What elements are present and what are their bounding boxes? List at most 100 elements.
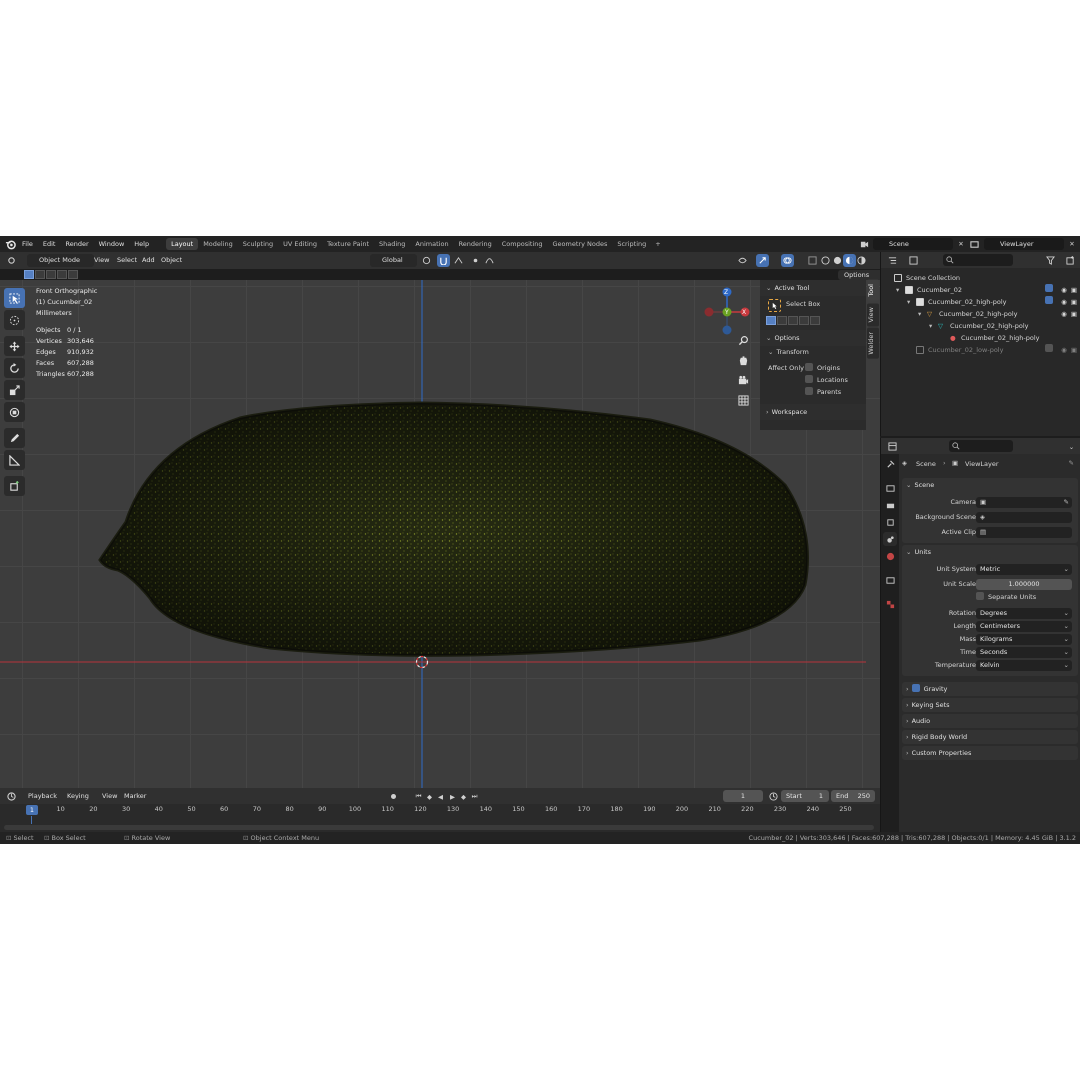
tab-uv-editing[interactable]: UV Editing	[278, 238, 322, 250]
timeline-editor-type-icon[interactable]	[5, 790, 18, 803]
visibility-icon[interactable]	[736, 254, 749, 267]
tab-welder[interactable]: Welder	[867, 328, 879, 359]
falloff-icon[interactable]	[483, 254, 496, 267]
separate-units-row[interactable]: Separate Units	[902, 591, 1078, 604]
mode-extend-icon[interactable]	[777, 316, 787, 325]
end-frame-field[interactable]: End 250	[831, 790, 875, 802]
outliner-row[interactable]: Cucumber_02_low-poly ◉ ▣	[881, 344, 1080, 356]
menu-add[interactable]: Add	[142, 254, 155, 267]
tab-modeling[interactable]: Modeling	[198, 238, 238, 250]
temperature-dropdown[interactable]: Kelvin ⌄	[976, 660, 1072, 671]
transform-subheader[interactable]: ⌄ Transform	[760, 346, 866, 358]
origins-checkbox[interactable]: Origins	[805, 362, 840, 374]
zoom-icon[interactable]	[736, 330, 750, 350]
menu-select[interactable]: Select	[117, 254, 137, 267]
render-tab-icon[interactable]	[883, 481, 897, 495]
start-frame-field[interactable]: Start 1	[781, 790, 829, 802]
world-tab-icon[interactable]	[883, 549, 897, 563]
timeline-scrollbar[interactable]	[4, 825, 874, 830]
tab-shading[interactable]: Shading	[374, 238, 410, 250]
display-mode-icon[interactable]	[907, 254, 920, 267]
mode-invert-icon[interactable]	[799, 316, 809, 325]
rotation-dropdown[interactable]: Degrees ⌄	[976, 608, 1072, 619]
menu-marker[interactable]: Marker	[124, 790, 146, 803]
outliner-editor-type-icon[interactable]	[886, 254, 899, 267]
playhead[interactable]: 1	[26, 805, 38, 815]
pan-hand-icon[interactable]	[736, 350, 750, 370]
workspace-header[interactable]: › Workspace	[760, 404, 866, 420]
outliner-row[interactable]: ● Cucumber_02_high-poly	[881, 332, 1080, 344]
tab-scripting[interactable]: Scripting	[612, 238, 651, 250]
jump-end-icon[interactable]: ⏭	[468, 790, 481, 803]
menu-help[interactable]: Help	[129, 236, 154, 252]
texture-tab-icon[interactable]	[883, 597, 897, 611]
tab-rendering[interactable]: Rendering	[454, 238, 497, 250]
tab-tool[interactable]: Tool	[867, 280, 879, 301]
active-clip-field[interactable]: ▤	[976, 527, 1072, 538]
tab-geometry-nodes[interactable]: Geometry Nodes	[548, 238, 613, 250]
editor-type-icon[interactable]	[5, 254, 18, 267]
tool-tab-icon[interactable]	[883, 457, 897, 471]
orientation-dropdown[interactable]: Global	[370, 254, 417, 267]
xray-icon[interactable]	[806, 254, 819, 267]
unit-system-dropdown[interactable]: Metric ⌄	[976, 564, 1072, 575]
audio-panel[interactable]: › Audio	[902, 714, 1078, 728]
pivot-icon[interactable]	[420, 254, 433, 267]
properties-editor-type-icon[interactable]	[886, 440, 899, 453]
mode-dropdown[interactable]: Object Mode	[27, 254, 94, 267]
options-header[interactable]: ⌄ Options	[760, 330, 866, 346]
properties-search-input[interactable]	[949, 440, 1013, 452]
add-workspace-button[interactable]: +	[651, 240, 664, 248]
select-box-tool-icon[interactable]	[4, 288, 25, 308]
outliner-row[interactable]: ▾ ▽ Cucumber_02_high-poly	[881, 320, 1080, 332]
outliner-row[interactable]: ▾ Cucumber_02_high-poly ◉ ▣	[881, 296, 1080, 308]
menu-keying[interactable]: Keying	[67, 790, 89, 803]
unit-scale-field[interactable]: 1.000000	[976, 579, 1072, 590]
select-extend-icon[interactable]	[35, 270, 45, 279]
rotate-tool-icon[interactable]	[4, 358, 25, 378]
select-invert-icon[interactable]	[57, 270, 67, 279]
select-intersect-icon[interactable]	[68, 270, 78, 279]
time-dropdown[interactable]: Seconds ⌄	[976, 647, 1072, 658]
scene-icon[interactable]	[858, 238, 870, 250]
outliner-row[interactable]: ▾ ▽ Cucumber_02_high-poly ◉ ▣	[881, 308, 1080, 320]
outliner-search-input[interactable]	[943, 254, 1013, 266]
view-layer-tab-icon[interactable]	[883, 515, 897, 529]
move-tool-icon[interactable]	[4, 336, 25, 356]
camera-field[interactable]: ▣ ✎	[976, 497, 1072, 508]
select-new-icon[interactable]	[24, 270, 34, 279]
ortho-grid-icon[interactable]	[736, 390, 750, 410]
view-layer-selector[interactable]: ViewLayer	[984, 238, 1064, 250]
menu-view-timeline[interactable]: View	[102, 790, 117, 803]
keying-sets-panel[interactable]: › Keying Sets	[902, 698, 1078, 712]
transform-tool-icon[interactable]	[4, 402, 25, 422]
scene-panel-header[interactable]: ⌄ Scene	[902, 478, 1078, 492]
scene-tab-icon[interactable]	[883, 532, 897, 546]
menu-window[interactable]: Window	[94, 236, 130, 252]
scene-selector[interactable]: Scene	[873, 238, 953, 250]
menu-view[interactable]: View	[94, 254, 109, 267]
snap-icon[interactable]	[437, 254, 450, 267]
pin-icon[interactable]: ✎	[1069, 459, 1074, 467]
tab-texture-paint[interactable]: Texture Paint	[322, 238, 374, 250]
parents-row[interactable]: Parents	[760, 386, 866, 398]
menu-playback[interactable]: Playback	[28, 790, 57, 803]
clock-icon[interactable]	[767, 790, 780, 803]
units-panel-header[interactable]: ⌄ Units	[902, 545, 1078, 559]
outliner-row[interactable]: ▾ Cucumber_02 ◉ ▣	[881, 284, 1080, 296]
proportional-edit-icon[interactable]	[469, 254, 482, 267]
length-dropdown[interactable]: Centimeters ⌄	[976, 621, 1072, 632]
add-cube-tool-icon[interactable]	[4, 476, 25, 496]
rigid-body-world-panel[interactable]: › Rigid Body World	[902, 730, 1078, 744]
rendered-shading-icon[interactable]	[855, 254, 868, 267]
current-frame-field[interactable]: 1	[723, 790, 763, 802]
tab-layout[interactable]: Layout	[166, 238, 199, 250]
record-icon[interactable]	[387, 790, 400, 803]
mode-intersect-icon[interactable]	[810, 316, 820, 325]
snap-target-icon[interactable]	[452, 254, 465, 267]
tab-sculpting[interactable]: Sculpting	[238, 238, 278, 250]
menu-edit[interactable]: Edit	[38, 236, 61, 252]
background-scene-field[interactable]: ◈	[976, 512, 1072, 523]
annotate-tool-icon[interactable]	[4, 428, 25, 448]
gravity-panel[interactable]: › Gravity	[902, 682, 1078, 696]
